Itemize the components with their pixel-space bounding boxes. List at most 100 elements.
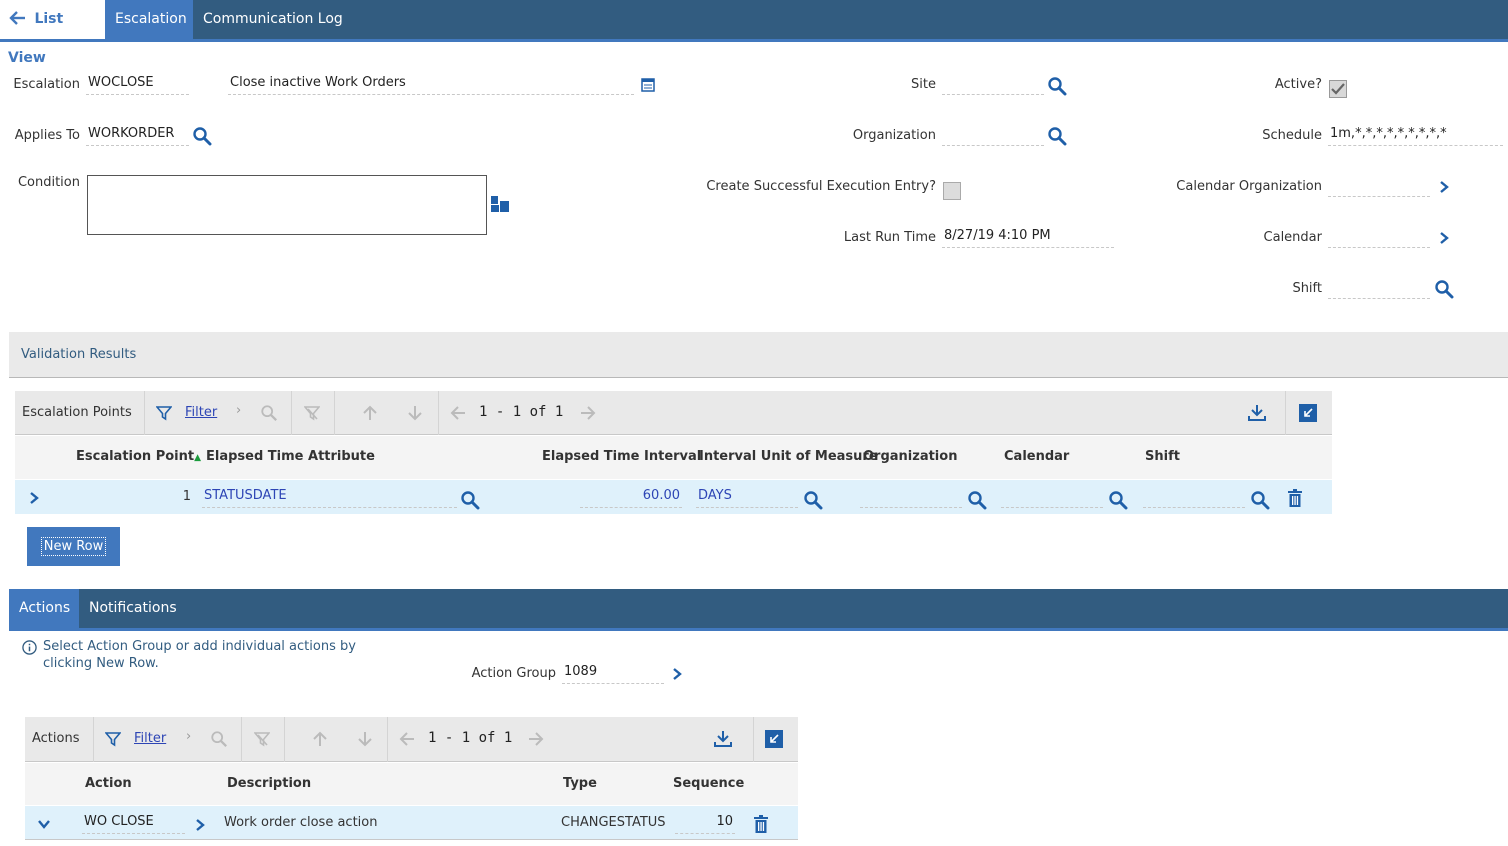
- applies-to-search-icon[interactable]: [192, 126, 212, 146]
- download-icon[interactable]: [1248, 404, 1266, 422]
- row-shift-search-icon[interactable]: [1250, 490, 1270, 510]
- col-action[interactable]: Action: [85, 776, 132, 791]
- col-type[interactable]: Type: [563, 776, 597, 791]
- validation-results-title: Validation Results: [21, 347, 137, 362]
- col-description[interactable]: Description: [227, 776, 311, 791]
- filter-link[interactable]: Filter: [134, 731, 166, 746]
- unit-search-icon[interactable]: [803, 490, 823, 510]
- cell-interval-unit[interactable]: DAYS: [696, 486, 798, 508]
- action-detail-chevron-right-icon[interactable]: [193, 817, 207, 833]
- table-row[interactable]: 1 STATUSDATE 60.00 DAYS: [15, 480, 1332, 514]
- condition-textarea[interactable]: [87, 175, 487, 235]
- toolbar-divider: [284, 717, 285, 762]
- organization-search-icon[interactable]: [1047, 126, 1067, 146]
- calendar-field[interactable]: [1328, 226, 1430, 248]
- sort-up-arrow-icon[interactable]: [362, 405, 378, 421]
- clear-filter-icon[interactable]: [304, 405, 320, 421]
- col-escalation-point[interactable]: Escalation Point▲: [76, 449, 201, 464]
- filter-icon[interactable]: [105, 731, 121, 747]
- clear-filter-icon[interactable]: [254, 731, 270, 747]
- cell-elapsed-time-attribute[interactable]: STATUSDATE: [202, 486, 457, 508]
- delete-row-trash-icon[interactable]: [1287, 489, 1303, 507]
- search-icon[interactable]: [260, 404, 278, 422]
- download-icon[interactable]: [714, 730, 732, 748]
- tab-actions[interactable]: Actions: [9, 589, 79, 628]
- calendar-org-field[interactable]: [1328, 175, 1430, 197]
- next-page-arrow-icon[interactable]: [580, 405, 596, 421]
- cell-escalation-point: 1: [182, 489, 191, 504]
- row-calendar-search-icon[interactable]: [1108, 490, 1128, 510]
- action-group-field[interactable]: 1089: [562, 662, 664, 684]
- escalation-points-header-row: Escalation Point▲ Elapsed Time Attribute…: [15, 436, 1332, 479]
- previous-page-arrow-icon[interactable]: [450, 405, 466, 421]
- escalation-points-toolbar: Escalation Points Filter › 1 - 1 of 1: [15, 391, 1332, 435]
- cell-description: Work order close action: [224, 815, 378, 830]
- next-page-arrow-icon[interactable]: [528, 731, 544, 747]
- col-shift[interactable]: Shift: [1145, 449, 1180, 464]
- cell-action[interactable]: WO CLOSE: [82, 812, 185, 834]
- col-sequence[interactable]: Sequence: [673, 776, 744, 791]
- search-icon[interactable]: [210, 730, 228, 748]
- new-row-button[interactable]: New Row: [27, 527, 120, 566]
- filter-expand-chevron-icon[interactable]: ›: [186, 729, 191, 744]
- filter-icon[interactable]: [156, 405, 172, 421]
- sort-down-arrow-icon[interactable]: [357, 731, 373, 747]
- cell-calendar[interactable]: [1001, 486, 1103, 508]
- tab-escalation[interactable]: Escalation: [105, 0, 193, 39]
- collapse-table-icon[interactable]: [1299, 404, 1317, 422]
- condition-label: Condition: [17, 175, 80, 190]
- filter-expand-chevron-icon[interactable]: ›: [236, 403, 241, 418]
- sort-down-arrow-icon[interactable]: [407, 405, 423, 421]
- toolbar-divider: [144, 391, 145, 435]
- cell-elapsed-time-interval[interactable]: 60.00: [580, 486, 682, 508]
- create-exec-entry-checkbox[interactable]: [943, 182, 961, 200]
- col-interval-unit[interactable]: Interval Unit of Measure: [699, 449, 878, 464]
- validation-results-section[interactable]: Validation Results: [9, 332, 1508, 378]
- col-calendar[interactable]: Calendar: [1004, 449, 1069, 464]
- col-elapsed-time-attribute[interactable]: Elapsed Time Attribute: [206, 449, 375, 464]
- attribute-search-icon[interactable]: [460, 490, 480, 510]
- row-collapse-chevron-down-icon[interactable]: [37, 818, 51, 830]
- row-expand-chevron-icon[interactable]: [27, 490, 41, 506]
- table-row[interactable]: WO CLOSE Work order close action CHANGES…: [25, 806, 798, 840]
- cell-organization[interactable]: [860, 486, 962, 508]
- schedule-field[interactable]: 1m,*,*,*,*,*,*,*,*,*: [1328, 124, 1503, 146]
- previous-page-arrow-icon[interactable]: [399, 731, 415, 747]
- site-label: Site: [911, 77, 936, 92]
- tab-communication-log[interactable]: Communication Log: [193, 0, 353, 39]
- shift-field[interactable]: [1328, 277, 1430, 299]
- filter-link[interactable]: Filter: [185, 405, 217, 420]
- tab-list-view[interactable]: List View: [0, 0, 105, 66]
- action-group-label: Action Group: [471, 666, 556, 681]
- expression-builder-icon[interactable]: [490, 195, 510, 213]
- delete-row-trash-icon[interactable]: [753, 815, 769, 833]
- active-checkbox[interactable]: [1329, 80, 1347, 98]
- applies-to-field[interactable]: WORKORDER: [86, 124, 189, 146]
- site-lookup-search-icon[interactable]: [1047, 76, 1067, 96]
- sort-up-arrow-icon[interactable]: [312, 731, 328, 747]
- cell-shift[interactable]: [1143, 486, 1245, 508]
- calendar-org-chevron-right-icon[interactable]: [1437, 179, 1451, 195]
- schedule-label: Schedule: [1262, 128, 1322, 143]
- organization-field[interactable]: [942, 124, 1044, 146]
- tab-actions-label: Actions: [19, 600, 71, 616]
- toolbar-divider: [753, 717, 754, 762]
- row-organization-search-icon[interactable]: [967, 490, 987, 510]
- description-field[interactable]: Close inactive Work Orders: [228, 73, 634, 95]
- calendar-chevron-right-icon[interactable]: [1437, 230, 1451, 246]
- shift-search-icon[interactable]: [1434, 279, 1454, 299]
- long-description-icon[interactable]: [641, 78, 655, 92]
- toolbar-divider: [1285, 391, 1286, 435]
- info-icon: [22, 640, 37, 655]
- tab-notifications[interactable]: Notifications: [79, 589, 187, 628]
- cell-sequence[interactable]: 10: [675, 812, 735, 834]
- action-group-chevron-right-icon[interactable]: [670, 666, 684, 682]
- cell-type: CHANGESTATUS: [561, 815, 666, 830]
- col-organization[interactable]: Organization: [863, 449, 957, 464]
- col-elapsed-time-interval[interactable]: Elapsed Time Interval: [542, 449, 701, 464]
- escalation-field[interactable]: WOCLOSE: [86, 73, 189, 95]
- tab-communication-log-label: Communication Log: [203, 11, 343, 27]
- calendar-org-label: Calendar Organization: [1176, 179, 1322, 194]
- site-field[interactable]: [942, 73, 1044, 95]
- collapse-table-icon[interactable]: [765, 730, 783, 748]
